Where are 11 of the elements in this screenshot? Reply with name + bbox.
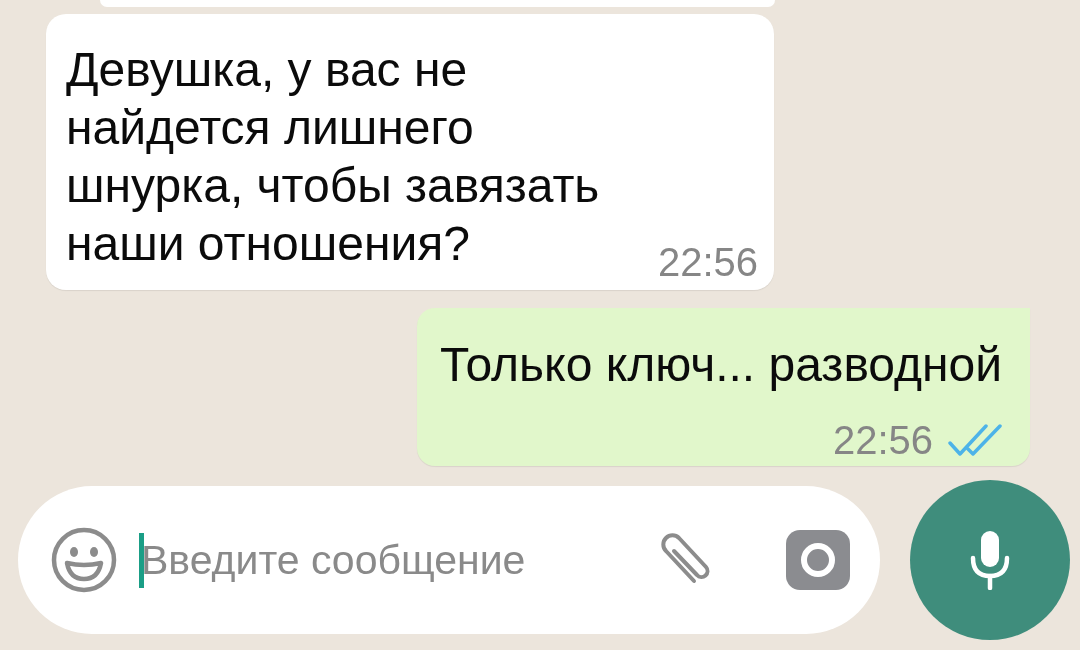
message-text: Только ключ... разводной: [439, 337, 1002, 393]
smiley-icon: [51, 527, 117, 593]
camera-icon: [786, 530, 850, 590]
microphone-icon: [970, 530, 1010, 590]
message-time: 22:56: [658, 244, 759, 280]
message-input-bar[interactable]: Введите сообщение: [18, 486, 880, 634]
emoji-button[interactable]: [51, 527, 117, 593]
camera-button[interactable]: [786, 530, 850, 590]
message-input[interactable]: Введите сообщение: [141, 529, 650, 591]
message-time: 22:56: [832, 422, 933, 458]
message-text: Девушка, у вас не найдется лишнего шнурка, чтобы завязать наши отношения?: [66, 42, 601, 272]
